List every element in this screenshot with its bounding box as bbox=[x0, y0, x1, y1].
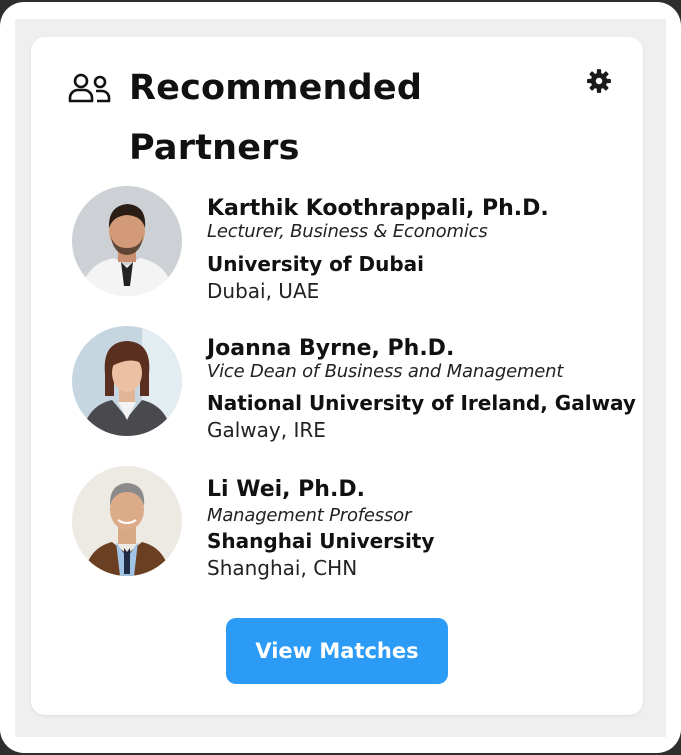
card-title: Recommended Partners bbox=[129, 68, 423, 168]
partner-role: Management Professor bbox=[207, 505, 412, 526]
partner-location: Dubai, UAE bbox=[207, 279, 320, 303]
partner-location: Shanghai, CHN bbox=[207, 556, 358, 580]
gear-icon[interactable] bbox=[586, 68, 612, 94]
partner-location: Galway, IRE bbox=[207, 418, 326, 442]
partner-university: National University of Ireland, Galway bbox=[207, 391, 636, 415]
partner-name: Li Wei, Ph.D. bbox=[207, 477, 365, 502]
avatar bbox=[72, 466, 182, 576]
people-icon bbox=[68, 73, 111, 103]
partner-role: Vice Dean of Business and Management bbox=[207, 361, 564, 382]
partner-name: Karthik Koothrappali, Ph.D. bbox=[207, 196, 549, 221]
partner-university: University of Dubai bbox=[207, 252, 425, 276]
partner-role: Lecturer, Business & Economics bbox=[207, 221, 488, 242]
avatar bbox=[72, 186, 182, 296]
avatar bbox=[72, 326, 182, 436]
partner-name: Joanna Byrne, Ph.D. bbox=[207, 336, 455, 361]
view-matches-button[interactable]: View Matches bbox=[226, 618, 448, 684]
partner-university: Shanghai University bbox=[207, 529, 435, 553]
